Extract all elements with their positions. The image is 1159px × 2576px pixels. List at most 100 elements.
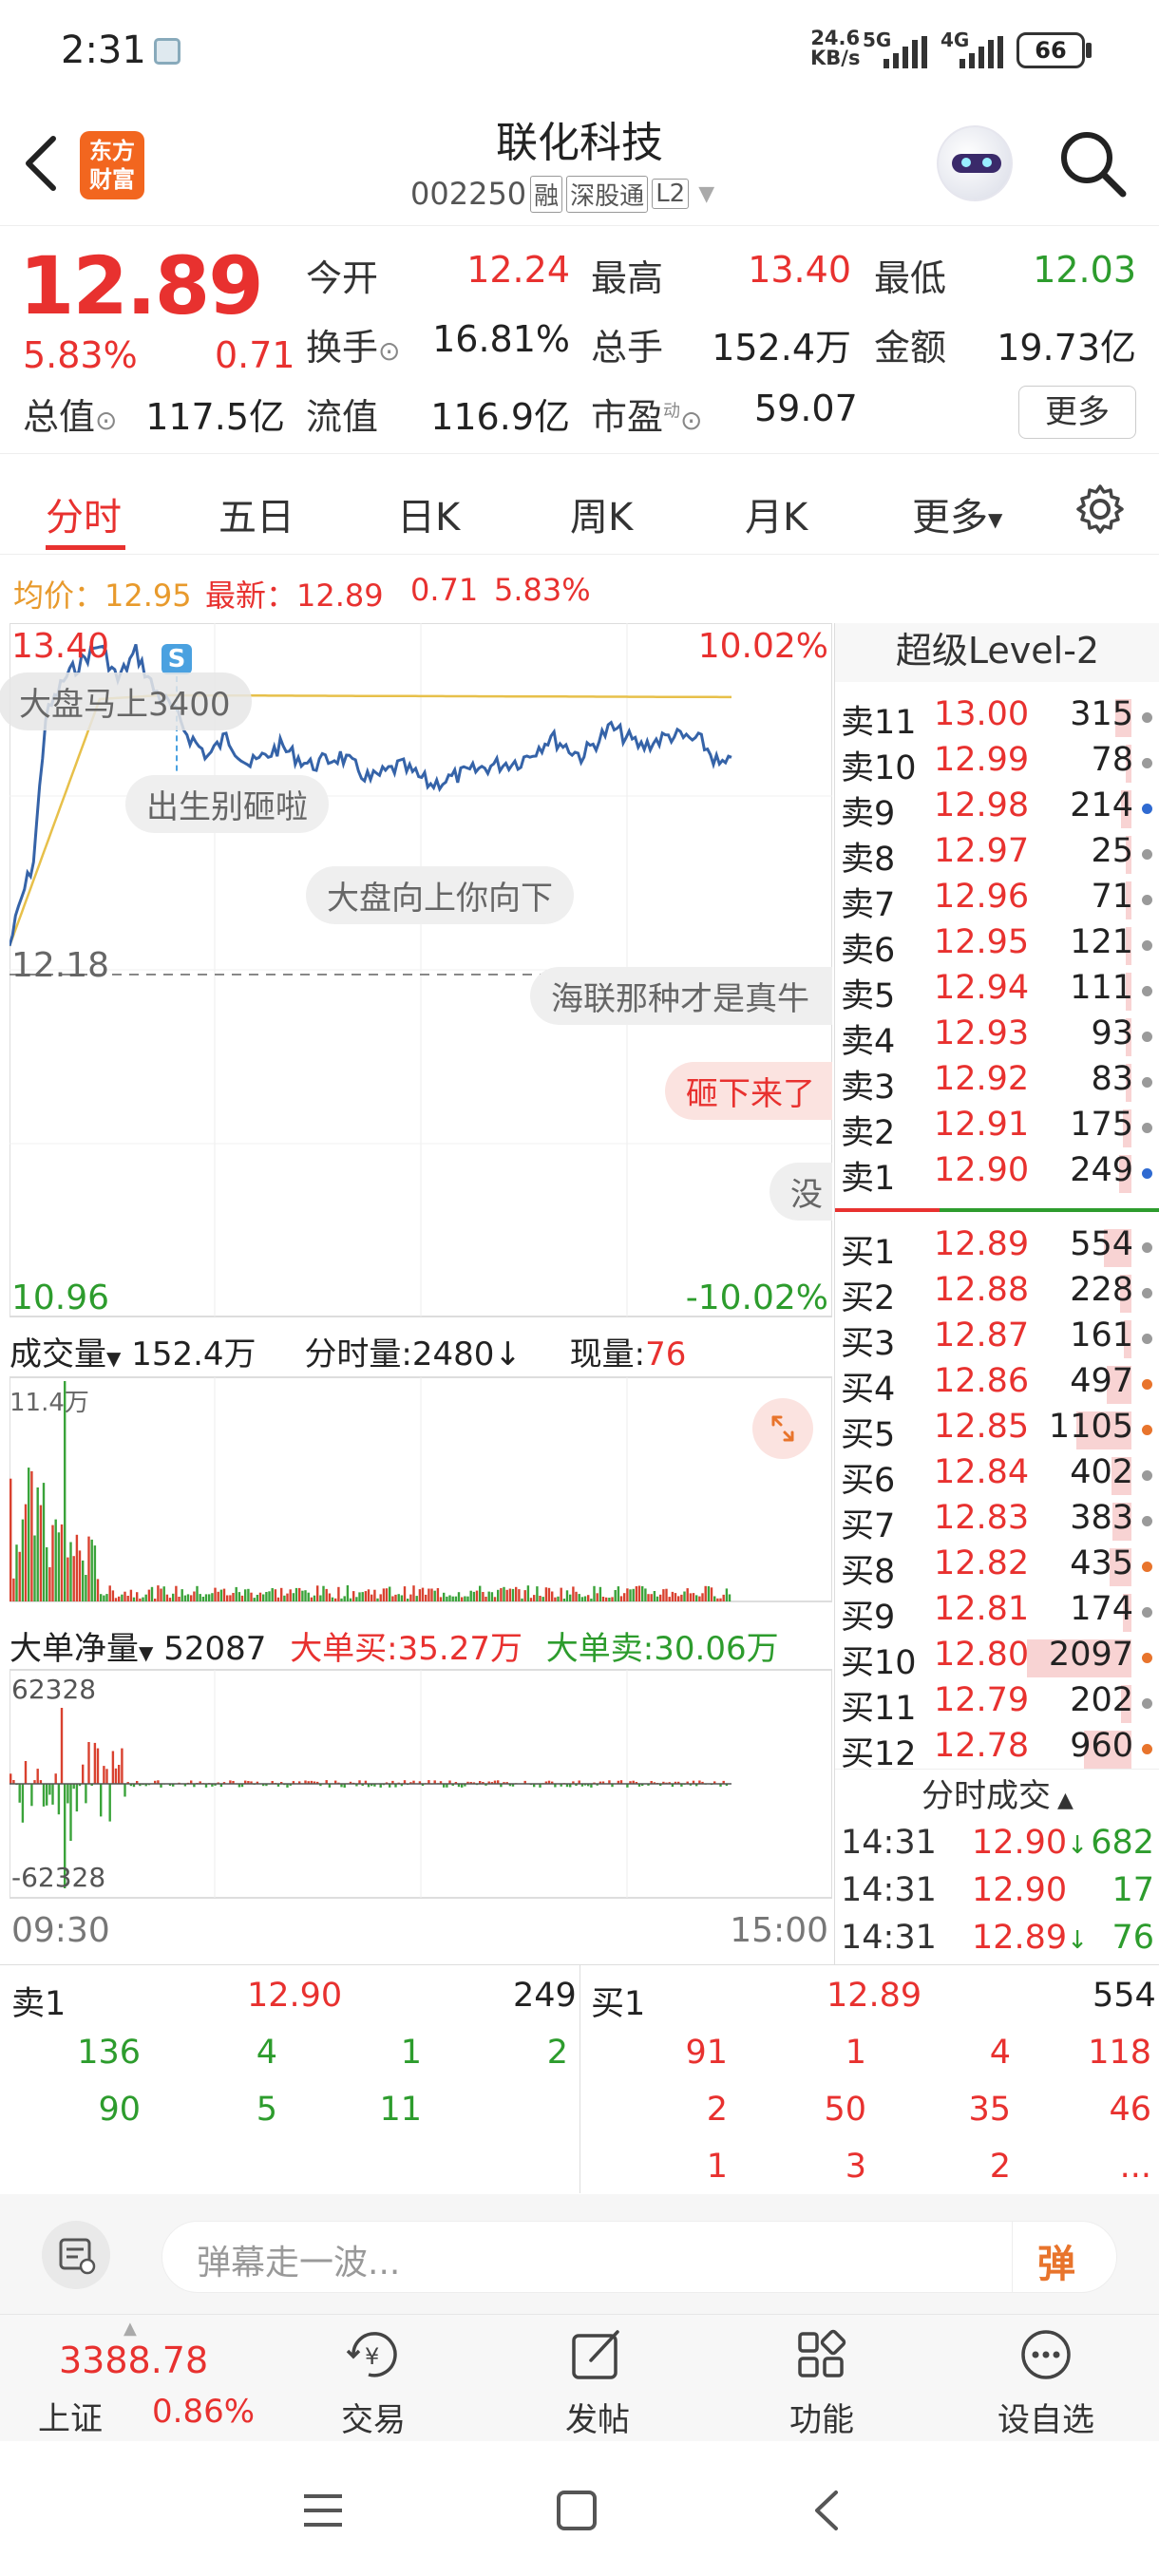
net-volume-bar [105,1769,108,1784]
volume-bar [90,1539,93,1601]
home-square-icon[interactable] [555,2489,598,2532]
volume-bar [21,1519,25,1601]
volume-bar [457,1592,461,1601]
volume-bar [728,1594,732,1601]
ask-label: 卖10 [841,749,917,787]
volume-bar [521,1598,523,1601]
ask-row[interactable]: 卖2 12.91 175 [835,1106,1159,1152]
volume-bar [466,1596,469,1601]
bid-row[interactable]: 买7 12.83 383 [835,1499,1159,1545]
volume-bar [289,1589,292,1601]
bid-row[interactable]: 买3 12.87 161 [835,1316,1159,1363]
ticks-title[interactable]: 分时成交 ▲ [835,1769,1159,1816]
net-label[interactable]: 大单净量▼ [10,1630,153,1668]
status-dot [1142,1425,1152,1435]
bid-row[interactable]: 买4 12.86 497 [835,1362,1159,1409]
index-value[interactable]: 3388.78 [59,2339,208,2381]
tab-intraday[interactable]: 分时 [46,486,122,541]
stock-code-row[interactable]: 002250 融 深股通 L2 ▼ [410,173,714,215]
bid-row[interactable]: 买8 12.82 435 [835,1544,1159,1591]
nav-post[interactable]: 发帖 [526,2324,669,2440]
bid-row[interactable]: 买5 12.85 1105 [835,1408,1159,1454]
buy-order-cell: 50 [824,2091,866,2129]
menu-icon[interactable] [300,2491,346,2530]
bid-row[interactable]: 买12 12.78 960 [835,1727,1159,1773]
tab-five-day[interactable]: 五日 [218,486,294,541]
volume-bar [683,1591,686,1601]
ask-row[interactable]: 卖10 12.99 78 [835,741,1159,787]
ask-qty: 78 [1091,741,1133,779]
more-button[interactable]: 更多 [1018,386,1136,439]
danmaku-button[interactable]: 弹 [1012,2222,1116,2292]
tag-l2: L2 [652,179,690,209]
volume-bar [446,1596,448,1601]
tab-daily-k[interactable]: 日K [397,486,460,541]
mcap-label: 总值⊙ [23,396,118,438]
tick-time: 14:31 [841,1919,937,1957]
ask-row[interactable]: 卖11 13.00 315 [835,695,1159,742]
settings-gear-icon[interactable] [1074,483,1127,536]
volume-bar [301,1590,304,1601]
ask-row[interactable]: 卖8 12.97 25 [835,832,1159,879]
bid-row[interactable]: 买9 12.81 174 [835,1590,1159,1637]
robot-avatar[interactable] [937,125,1013,201]
ask-price: 12.97 [934,832,1030,870]
volume-bar [346,1585,350,1601]
bid-row[interactable]: 买1 12.89 554 [835,1225,1159,1272]
tab-more[interactable]: 更多▼ [912,486,1002,541]
search-icon[interactable] [1056,127,1130,201]
ask-row[interactable]: 卖6 12.95 121 [835,923,1159,970]
volume-bar [87,1536,90,1601]
volume-label[interactable]: 成交量▼ [10,1335,121,1373]
status-dot [1142,1744,1152,1754]
volume-seg: 分时量:2480↓ [304,1335,522,1373]
last-pct: 5.83% [494,572,591,608]
ask-row[interactable]: 卖7 12.96 71 [835,878,1159,924]
bid-row[interactable]: 买10 12.80 2097 [835,1636,1159,1682]
nav-trade[interactable]: ¥ 交易 [302,2324,445,2440]
ask-qty: 83 [1091,1060,1133,1098]
arrow-down-icon: ↓ [494,1335,522,1373]
s-marker[interactable]: S [162,644,192,674]
volume-bar [472,1591,476,1601]
tab-weekly-k[interactable]: 周K [570,486,633,541]
bid-label: 买6 [841,1462,896,1500]
level2-title[interactable]: 超级Level-2 [835,623,1159,682]
back-icon[interactable] [809,2489,844,2532]
comment-input[interactable]: 弹幕走一波... 弹 [162,2221,1117,2293]
ask-qty: 214 [1070,786,1133,824]
note-edit-icon[interactable] [42,2221,110,2289]
volume-bar [557,1596,560,1601]
bid-price: 12.80 [934,1636,1030,1674]
bid-price: 12.78 [934,1727,1030,1765]
nav-add-watchlist[interactable]: 设自选 [975,2324,1117,2440]
bid-row[interactable]: 买11 12.79 202 [835,1681,1159,1728]
volume-bar [689,1593,693,1601]
ask-row[interactable]: 卖9 12.98 214 [835,786,1159,833]
ask-row[interactable]: 卖5 12.94 111 [835,969,1159,1015]
volume-bar [373,1589,376,1601]
ask-row[interactable]: 卖3 12.92 83 [835,1060,1159,1107]
ask-row[interactable]: 卖4 12.93 93 [835,1014,1159,1061]
expand-icon[interactable] [752,1398,813,1459]
net-volume-bar [30,1784,33,1807]
intraday-chart[interactable]: 13.40 10.02% 12.18 10.96 -10.02% S 大盘马上3… [0,623,832,1964]
ask-row[interactable]: 卖1 12.90 249 [835,1151,1159,1198]
nav-function-label: 功能 [789,2401,854,2439]
volume-bar [659,1594,662,1601]
volume-bar [503,1586,505,1601]
level2-panel[interactable]: 超级Level-2 卖11 13.00 315 卖10 12.99 78 卖9 12.98 21… [834,623,1159,1964]
volume-bar [508,1588,512,1601]
tab-monthly-k[interactable]: 月K [745,486,808,541]
nav-function[interactable]: 功能 [750,2324,893,2440]
tag-margin: 融 [530,175,563,213]
stock-code: 002250 [410,176,527,212]
net-volume-bar [82,1764,85,1784]
bid-row[interactable]: 买2 12.88 228 [835,1271,1159,1317]
summary-sell-qty: 249 [513,1977,577,2015]
volume-bar [692,1593,695,1601]
volume-bar [725,1588,729,1601]
axis-pct-low: -10.02% [685,1279,828,1317]
summary-buy-price: 12.89 [826,1977,922,2015]
bid-row[interactable]: 买6 12.84 402 [835,1453,1159,1500]
